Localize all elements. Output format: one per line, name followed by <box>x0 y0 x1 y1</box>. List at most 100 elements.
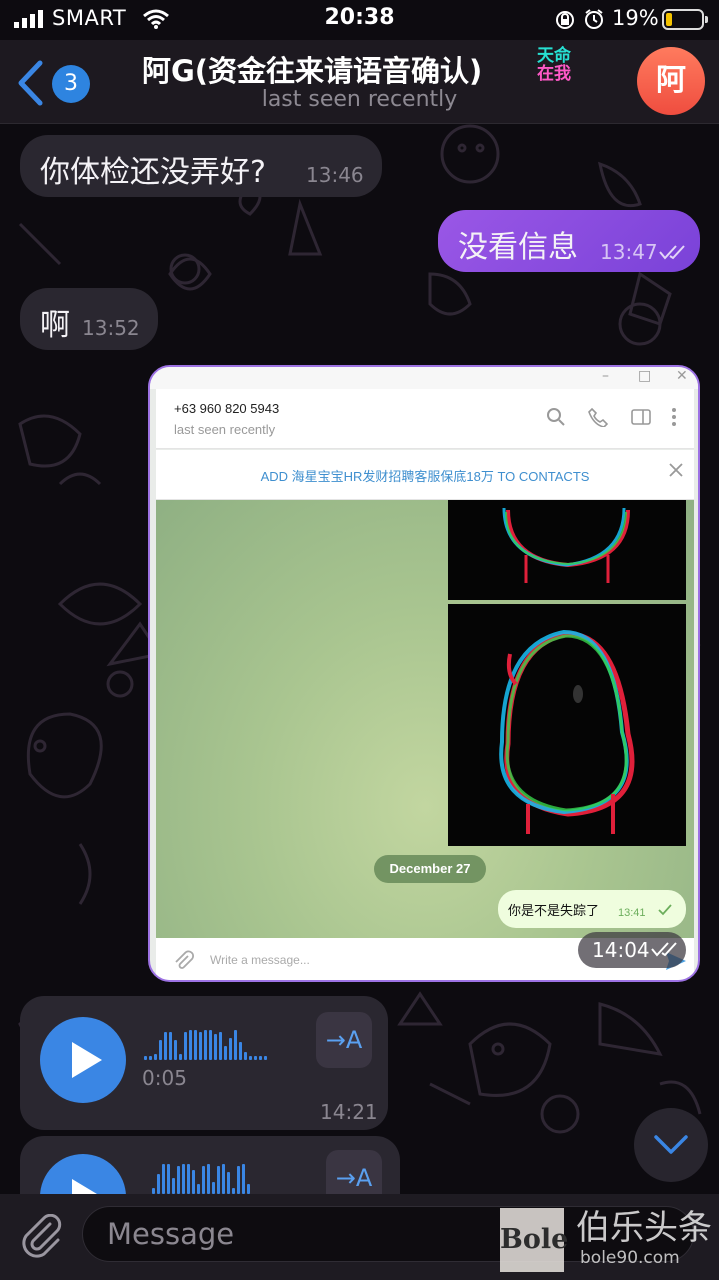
waveform-bar <box>182 1164 185 1194</box>
battery-percent: 19% <box>612 6 659 30</box>
waveform-bar <box>179 1054 182 1060</box>
waveform-bar <box>264 1056 267 1060</box>
message-text: 没看信息 <box>458 230 578 265</box>
chat-title[interactable]: 阿G(资金往来请语音确认) <box>142 48 482 90</box>
waveform-bar <box>242 1164 245 1194</box>
waveform-bar <box>144 1056 147 1060</box>
waveform-bar <box>229 1038 232 1060</box>
orientation-lock-icon <box>556 11 574 29</box>
play-icon <box>72 1042 102 1078</box>
screenshot-compose-placeholder: Write a message... <box>210 953 310 967</box>
waveform-bar <box>224 1046 227 1060</box>
watermark-title: 伯乐头条 <box>576 1208 712 1248</box>
waveform-bar <box>199 1032 202 1060</box>
voice-message[interactable]: →A <box>20 1136 400 1194</box>
waveform-bar <box>204 1030 207 1060</box>
status-bar: SMART 20:38 19% <box>0 0 719 40</box>
add-contact-text: ADD 海星宝宝HR发财招聘客服保底18万 TO CONTACTS <box>260 469 590 484</box>
screenshot-message-text: 你是不是失踪了 <box>508 904 600 919</box>
maximize-icon: □ <box>638 368 652 384</box>
waveform-bar <box>172 1178 175 1194</box>
waveform-bar <box>234 1030 237 1060</box>
message-time: 13:47 <box>600 240 658 264</box>
waveform-bar <box>209 1030 212 1060</box>
message-time: 13:46 <box>306 163 364 187</box>
waveform-bar <box>244 1052 247 1060</box>
screenshot-message-bubble: 你是不是失踪了 13:41 <box>498 890 686 928</box>
waveform-bar <box>214 1034 217 1060</box>
close-icon <box>669 463 683 477</box>
screenshot-chat-area: December 27 你是不是失踪了 13:41 <box>156 500 694 938</box>
carrier-name: SMART <box>52 6 127 30</box>
screenshot-date-separator: December 27 <box>374 855 486 883</box>
chevron-down-icon <box>654 1135 688 1154</box>
voice-duration: 0:05 <box>142 1066 187 1090</box>
play-icon <box>72 1179 97 1194</box>
image-message[interactable]: – □ ✕ +63 960 820 5943 last seen recentl… <box>148 365 700 982</box>
watermark: Bole 伯乐头条 bole90.com <box>500 1200 715 1276</box>
phone-icon <box>588 407 608 427</box>
contact-status: last seen recently <box>261 87 458 112</box>
battery-icon <box>662 9 708 30</box>
chat-header: 3 阿G(资金往来请语音确认) 天命 在我 last seen recently… <box>0 40 719 124</box>
waveform-bar <box>227 1172 230 1194</box>
waveform-bar <box>149 1056 152 1060</box>
waveform-bar <box>154 1054 157 1060</box>
battery-level <box>666 13 672 26</box>
waveform-bar <box>259 1056 262 1060</box>
double-check-icon <box>659 245 685 260</box>
transcribe-button[interactable]: →A <box>326 1150 382 1194</box>
screenshot-contact-phone: +63 960 820 5943 <box>174 401 280 416</box>
waveform-bar <box>164 1032 167 1060</box>
screenshot-photo-top <box>448 500 686 600</box>
transcribe-button[interactable]: →A <box>316 1012 372 1068</box>
waveform-bar <box>202 1166 205 1194</box>
waveform-bar <box>159 1040 162 1060</box>
play-button[interactable] <box>40 1017 126 1103</box>
waveform-bar <box>249 1056 252 1060</box>
message-time: 14:04 <box>592 938 650 962</box>
screenshot-photo-bottom <box>448 604 686 846</box>
waveform-bar <box>169 1032 172 1060</box>
paperclip-icon <box>175 950 194 969</box>
waveform-bar <box>217 1166 220 1194</box>
waveform-bar <box>194 1030 197 1060</box>
message-bubble-incoming[interactable]: 你体检还没弄好? 13:46 <box>20 135 382 197</box>
waveform-bar <box>222 1164 225 1194</box>
search-icon <box>547 408 565 426</box>
title-sticker-line2: 在我 <box>537 64 571 84</box>
play-button[interactable] <box>40 1154 126 1194</box>
message-time: 14:21 <box>320 1100 378 1124</box>
screenshot-chat-header: +63 960 820 5943 last seen recently <box>156 389 694 449</box>
contact-avatar[interactable]: 阿 <box>637 47 705 115</box>
voice-message[interactable]: 0:05 →A 14:21 <box>20 996 388 1130</box>
wifi-icon <box>143 9 169 29</box>
double-check-icon <box>651 942 677 957</box>
screenshot-add-contact-banner: ADD 海星宝宝HR发财招聘客服保底18万 TO CONTACTS <box>156 450 694 500</box>
message-time: 13:52 <box>82 316 140 340</box>
screenshot-message-time: 13:41 <box>618 907 646 919</box>
waveform-bar <box>157 1174 160 1194</box>
waveform-bar <box>212 1182 215 1194</box>
waveform-bar <box>174 1040 177 1060</box>
signal-icon <box>14 10 43 28</box>
screenshot-window-bar: – □ ✕ <box>150 367 698 389</box>
paperclip-icon[interactable] <box>18 1214 62 1260</box>
waveform-bar <box>189 1030 192 1060</box>
voice-waveform <box>144 1026 294 1060</box>
image-time-pill: 14:04 <box>578 932 686 968</box>
scroll-to-bottom-button[interactable] <box>634 1108 708 1182</box>
waveform-bar <box>184 1032 187 1060</box>
minimize-icon: – <box>602 368 609 384</box>
waveform-bar <box>239 1042 242 1060</box>
message-bubble-outgoing[interactable]: 没看信息 13:47 <box>438 210 700 272</box>
voice-waveform <box>152 1160 272 1194</box>
check-icon <box>658 904 672 916</box>
waveform-bar <box>207 1164 210 1194</box>
waveform-bar <box>162 1164 165 1194</box>
message-bubble-incoming[interactable]: 啊 13:52 <box>20 288 158 350</box>
message-text: 啊 <box>40 308 70 343</box>
waveform-bar <box>219 1032 222 1060</box>
waveform-bar <box>197 1184 200 1194</box>
title-sticker: 天命 在我 <box>533 47 575 87</box>
